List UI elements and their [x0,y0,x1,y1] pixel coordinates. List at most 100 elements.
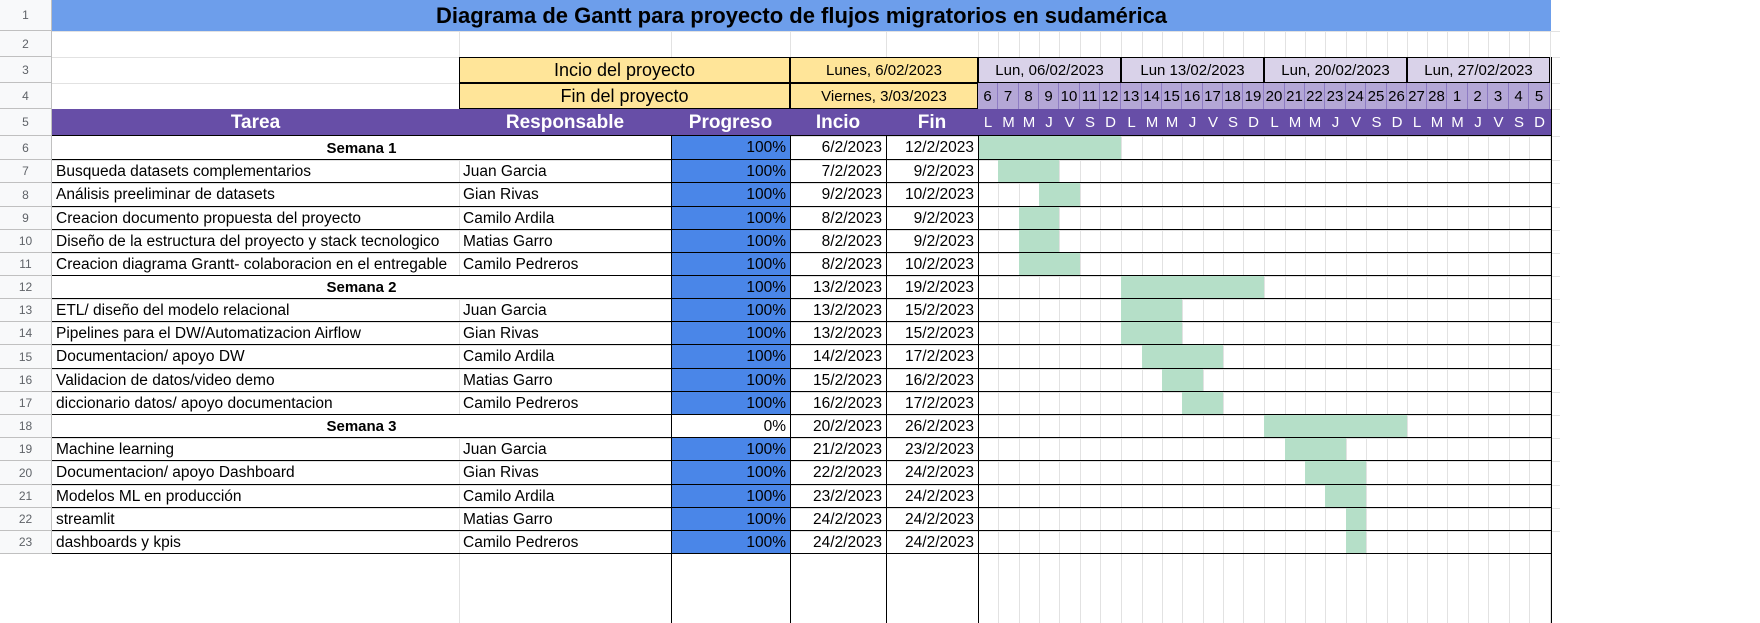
task-start-date[interactable]: 8/2/2023 [790,207,886,230]
row-header[interactable]: 18 [0,415,52,438]
column-header-progress[interactable]: Progreso [671,109,790,136]
week-section-label[interactable]: Semana 2 [52,276,671,299]
task-start-date[interactable]: 7/2/2023 [790,160,886,183]
task-name[interactable]: Creacion documento propuesta del proyect… [52,207,459,230]
task-owner[interactable]: Matias Garro [459,508,671,531]
task-progress[interactable]: 100% [671,322,790,345]
row-header[interactable]: 3 [0,57,52,83]
task-start-date[interactable]: 13/2/2023 [790,322,886,345]
task-progress[interactable]: 100% [671,369,790,392]
task-end-date[interactable]: 24/2/2023 [886,508,978,531]
task-progress[interactable]: 100% [671,508,790,531]
row-header[interactable]: 9 [0,207,52,230]
task-end-date[interactable]: 19/2/2023 [886,276,978,299]
task-end-date[interactable]: 17/2/2023 [886,392,978,415]
row-header[interactable]: 6 [0,136,52,160]
row-header[interactable]: 22 [0,508,52,531]
task-progress[interactable]: 100% [671,230,790,253]
task-progress[interactable]: 100% [671,160,790,183]
task-progress[interactable]: 100% [671,207,790,230]
column-header-end[interactable]: Fin [886,109,978,136]
task-name[interactable]: ETL/ diseño del modelo relacional [52,299,459,322]
task-owner[interactable]: Juan Garcia [459,160,671,183]
task-name[interactable]: Pipelines para el DW/Automatizacion Airf… [52,322,459,345]
task-end-date[interactable]: 10/2/2023 [886,183,978,207]
task-name[interactable]: Documentacion/ apoyo Dashboard [52,461,459,485]
task-name[interactable]: Validacion de datos/video demo [52,369,459,392]
task-end-date[interactable]: 23/2/2023 [886,438,978,461]
task-progress[interactable]: 100% [671,392,790,415]
task-end-date[interactable]: 24/2/2023 [886,485,978,508]
column-header-owner[interactable]: Responsable [459,109,671,136]
week-section-label[interactable]: Semana 1 [52,136,671,160]
row-header[interactable]: 21 [0,485,52,508]
task-progress[interactable]: 100% [671,299,790,322]
task-name[interactable]: Modelos ML en producción [52,485,459,508]
task-start-date[interactable]: 13/2/2023 [790,299,886,322]
task-name[interactable]: Análisis preeliminar de datasets [52,183,459,207]
task-name[interactable]: Documentacion/ apoyo DW [52,345,459,369]
row-header[interactable]: 16 [0,369,52,392]
task-owner[interactable]: Camilo Pedreros [459,253,671,276]
task-owner[interactable]: Gian Rivas [459,183,671,207]
task-owner[interactable]: Juan Garcia [459,438,671,461]
task-owner[interactable]: Camilo Pedreros [459,531,671,554]
task-end-date[interactable]: 24/2/2023 [886,461,978,485]
task-start-date[interactable]: 8/2/2023 [790,230,886,253]
row-header[interactable]: 14 [0,322,52,345]
row-header[interactable]: 19 [0,438,52,461]
row-header[interactable]: 12 [0,276,52,299]
task-progress[interactable]: 100% [671,485,790,508]
task-end-date[interactable]: 9/2/2023 [886,160,978,183]
row-header[interactable]: 7 [0,160,52,183]
task-start-date[interactable]: 24/2/2023 [790,531,886,554]
task-name[interactable]: diccionario datos/ apoyo documentacion [52,392,459,415]
row-header[interactable]: 15 [0,345,52,369]
row-header[interactable]: 1 [0,0,52,31]
row-header[interactable]: 8 [0,183,52,207]
row-header[interactable]: 11 [0,253,52,276]
task-progress[interactable]: 100% [671,345,790,369]
week-section-label[interactable]: Semana 3 [52,415,671,438]
task-owner[interactable]: Matias Garro [459,230,671,253]
row-header[interactable]: 5 [0,109,52,136]
task-owner[interactable]: Camilo Ardila [459,207,671,230]
task-start-date[interactable]: 20/2/2023 [790,415,886,438]
task-owner[interactable]: Matias Garro [459,369,671,392]
task-owner[interactable]: Gian Rivas [459,322,671,345]
task-end-date[interactable]: 16/2/2023 [886,369,978,392]
task-end-date[interactable]: 15/2/2023 [886,322,978,345]
task-progress[interactable]: 100% [671,183,790,207]
row-header[interactable]: 13 [0,299,52,322]
task-end-date[interactable]: 12/2/2023 [886,136,978,160]
task-progress[interactable]: 100% [671,276,790,299]
task-owner[interactable]: Camilo Pedreros [459,392,671,415]
row-header[interactable]: 10 [0,230,52,253]
task-start-date[interactable]: 24/2/2023 [790,508,886,531]
task-end-date[interactable]: 9/2/2023 [886,207,978,230]
task-start-date[interactable]: 22/2/2023 [790,461,886,485]
task-name[interactable]: Machine learning [52,438,459,461]
column-header-start[interactable]: Incio [790,109,886,136]
task-start-date[interactable]: 21/2/2023 [790,438,886,461]
task-end-date[interactable]: 15/2/2023 [886,299,978,322]
task-progress[interactable]: 100% [671,531,790,554]
task-end-date[interactable]: 24/2/2023 [886,531,978,554]
row-header[interactable]: 2 [0,31,52,57]
project-start-value[interactable]: Lunes, 6/02/2023 [790,57,978,83]
row-header[interactable]: 23 [0,531,52,554]
task-progress[interactable]: 100% [671,461,790,485]
task-end-date[interactable]: 17/2/2023 [886,345,978,369]
task-name[interactable]: streamlit [52,508,459,531]
task-progress[interactable]: 100% [671,438,790,461]
task-name[interactable]: Diseño de la estructura del proyecto y s… [52,230,459,253]
column-header-task[interactable]: Tarea [52,109,459,136]
row-header[interactable]: 4 [0,83,52,109]
row-header[interactable]: 17 [0,392,52,415]
task-progress[interactable]: 100% [671,136,790,160]
task-start-date[interactable]: 6/2/2023 [790,136,886,160]
task-owner[interactable]: Camilo Ardila [459,485,671,508]
task-end-date[interactable]: 9/2/2023 [886,230,978,253]
task-start-date[interactable]: 15/2/2023 [790,369,886,392]
row-header[interactable]: 20 [0,461,52,485]
